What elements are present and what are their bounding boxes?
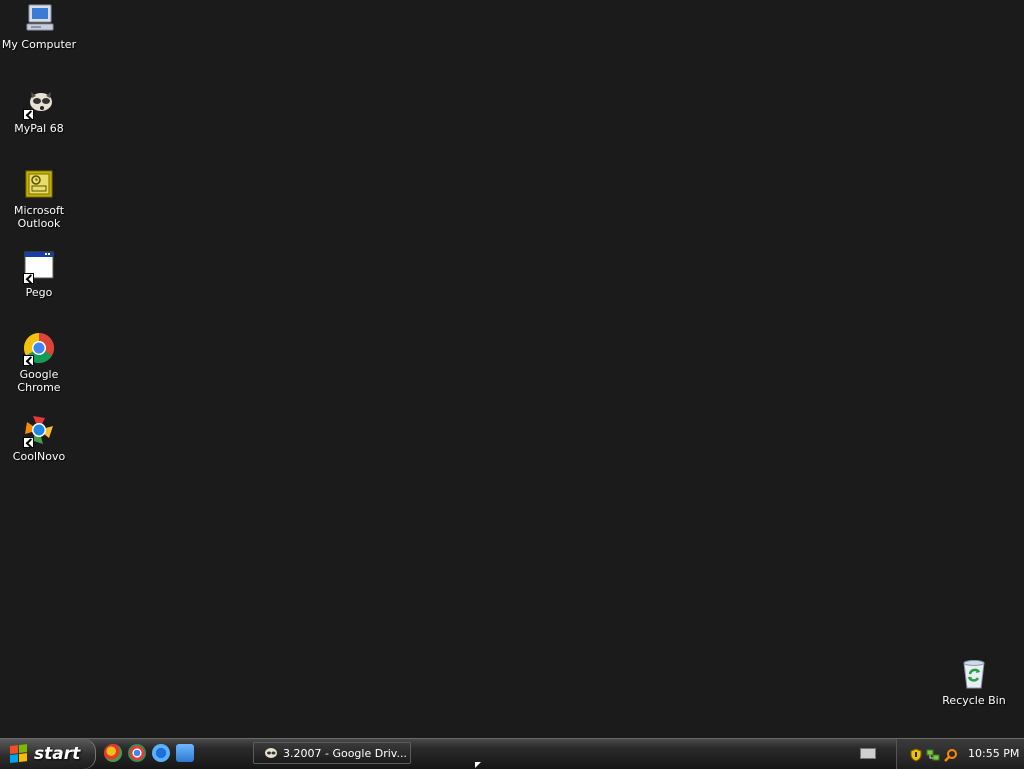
chrome-icon[interactable] (128, 744, 146, 762)
start-button[interactable]: start (0, 739, 96, 769)
recycle-bin-icon (958, 658, 990, 690)
my-computer-icon (23, 2, 55, 34)
desktop-icon-pego[interactable]: Pego (0, 250, 78, 299)
desktop-icon-recycle-bin[interactable]: Recycle Bin (935, 658, 1013, 707)
mypal-icon (23, 86, 55, 120)
windows-logo-icon (10, 744, 28, 764)
internet-explorer-icon[interactable] (152, 744, 170, 762)
coolnovo-icon (23, 414, 55, 448)
search-icon[interactable] (944, 747, 958, 762)
desktop: My Computer MyPal 68 Microsoft Outlook P… (0, 0, 1024, 738)
taskbar-window-title: 3.2007 - Google Driv... (283, 746, 407, 760)
desktop-icon-outlook[interactable]: Microsoft Outlook (0, 168, 78, 230)
desktop-icon-label: Recycle Bin (942, 694, 1006, 707)
desktop-icon-google-chrome[interactable]: Google Chrome (0, 332, 78, 394)
desktop-icon-label: CoolNovo (12, 450, 66, 463)
shortcut-arrow-icon (23, 273, 34, 284)
mouse-pointer (475, 762, 481, 768)
desktop-icon-label: My Computer (1, 38, 77, 51)
system-clock[interactable]: 10:55 PM (968, 747, 1019, 760)
shortcut-arrow-icon (23, 437, 34, 448)
desktop-icon-mypal[interactable]: MyPal 68 (0, 86, 78, 135)
mypal-icon[interactable] (104, 744, 122, 762)
security-shield-icon[interactable] (909, 747, 923, 762)
desktop-icon-my-computer[interactable]: My Computer (0, 2, 78, 51)
outlook-icon (23, 168, 55, 200)
mypal-icon (262, 746, 278, 760)
shortcut-arrow-icon (23, 355, 34, 366)
taskbar: start 3.2007 - Google Driv... 10:55 PM (0, 738, 1024, 769)
outlook-express-icon[interactable] (176, 744, 194, 762)
application-window-icon (23, 250, 55, 284)
network-icon[interactable] (926, 747, 940, 761)
desktop-icon-label: MyPal 68 (14, 122, 64, 135)
chrome-icon (23, 332, 55, 366)
shortcut-arrow-icon (23, 109, 34, 120)
desktop-icon-coolnovo[interactable]: CoolNovo (0, 414, 78, 463)
taskbar-window-button[interactable]: 3.2007 - Google Driv... (253, 742, 411, 764)
language-bar-keyboard-icon[interactable] (860, 748, 876, 759)
desktop-icon-label: Pego (25, 286, 53, 299)
start-label: start (34, 744, 81, 764)
desktop-icon-label: Google Chrome (17, 368, 61, 394)
quick-launch (104, 744, 194, 764)
desktop-icon-label: Microsoft Outlook (13, 204, 65, 230)
